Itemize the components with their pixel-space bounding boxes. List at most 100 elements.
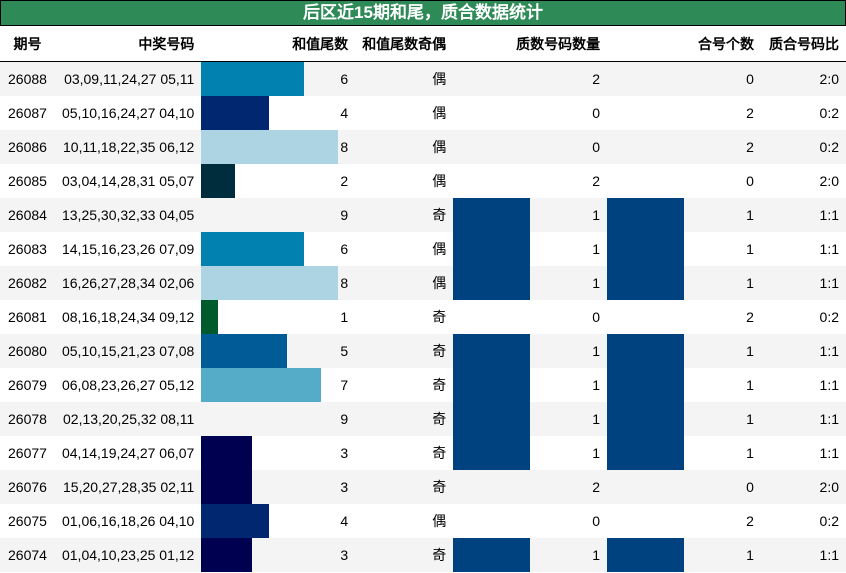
numbers-cell: 16,26,27,28,34 02,06 xyxy=(54,266,202,300)
parity-cell: 偶 xyxy=(355,61,454,96)
tail-cell: 7 xyxy=(201,368,356,402)
prime-count-cell-value: 1 xyxy=(592,411,601,427)
numbers-cell: 02,13,20,25,32 08,11 xyxy=(54,402,202,436)
period-cell: 26086 xyxy=(0,130,55,164)
period-cell: 26077 xyxy=(0,436,55,470)
table-row: 26085 03,04,14,28,31 05,07 2 偶 2 0 2:0 xyxy=(0,164,846,198)
prime-count-cell-value: 1 xyxy=(592,377,601,393)
composite-count-cell-value: 1 xyxy=(746,411,754,427)
table-row: 26080 05,10,15,21,23 07,08 5 奇 1 1 1:1 xyxy=(0,334,846,368)
header-numbers: 中奖号码 xyxy=(54,27,202,62)
prime-count-cell-value: 0 xyxy=(592,139,601,155)
period-cell: 26084 xyxy=(0,198,55,232)
header-ratio: 质合号码比 xyxy=(760,27,846,62)
period-cell: 26076 xyxy=(0,470,55,504)
period-cell: 26075 xyxy=(0,504,55,538)
prime-count-cell: 1 xyxy=(453,198,608,232)
period-cell: 26083 xyxy=(0,232,55,266)
parity-cell: 奇 xyxy=(355,198,454,232)
table-row: 26081 08,16,18,24,34 09,12 1 奇 0 2 0:2 xyxy=(0,300,846,334)
composite-count-cell: 1 xyxy=(607,402,761,436)
tail-value: 3 xyxy=(340,445,349,461)
ratio-cell: 2:0 xyxy=(760,470,846,504)
table-row: 26083 14,15,16,23,26 07,09 6 偶 1 1 1:1 xyxy=(0,232,846,266)
tail-value: 8 xyxy=(340,139,349,155)
tail-cell: 5 xyxy=(201,334,356,368)
numbers-cell: 05,10,15,21,23 07,08 xyxy=(54,334,202,368)
parity-cell: 奇 xyxy=(355,334,454,368)
parity-cell: 奇 xyxy=(355,436,454,470)
tail-cell: 2 xyxy=(201,164,356,198)
numbers-cell: 14,15,16,23,26 07,09 xyxy=(54,232,202,266)
prime-count-cell-value: 1 xyxy=(592,241,601,257)
numbers-cell: 01,04,10,23,25 01,12 xyxy=(54,538,202,572)
header-prime-count: 质数号码数量 xyxy=(453,27,608,62)
parity-cell: 偶 xyxy=(355,504,454,538)
numbers-cell: 15,20,27,28,35 02,11 xyxy=(54,470,202,504)
ratio-cell: 0:2 xyxy=(760,96,846,130)
parity-cell: 奇 xyxy=(355,402,454,436)
tail-value: 2 xyxy=(340,173,349,189)
header-parity: 和值尾数奇偶 xyxy=(355,27,454,62)
tail-value: 5 xyxy=(340,343,349,359)
composite-count-cell-value: 2 xyxy=(746,309,754,325)
numbers-cell: 03,04,14,28,31 05,07 xyxy=(54,164,202,198)
parity-cell: 奇 xyxy=(355,538,454,572)
parity-cell: 偶 xyxy=(355,232,454,266)
composite-count-cell: 2 xyxy=(607,300,761,334)
composite-count-cell: 1 xyxy=(607,232,761,266)
prime-count-cell: 1 xyxy=(453,436,608,470)
tail-value: 6 xyxy=(340,241,349,257)
composite-count-cell-value: 2 xyxy=(746,105,754,121)
prime-count-cell: 0 xyxy=(453,96,608,130)
prime-count-cell: 1 xyxy=(453,368,608,402)
prime-count-cell: 1 xyxy=(453,266,608,300)
table-row: 26077 04,14,19,24,27 06,07 3 奇 1 1 1:1 xyxy=(0,436,846,470)
prime-count-cell: 0 xyxy=(453,300,608,334)
prime-count-cell-value: 2 xyxy=(592,71,601,87)
prime-count-cell-value: 1 xyxy=(592,275,601,291)
tail-cell: 3 xyxy=(201,470,356,504)
composite-count-cell: 1 xyxy=(607,436,761,470)
tail-value: 1 xyxy=(340,309,349,325)
tail-cell: 8 xyxy=(201,130,356,164)
tail-cell: 1 xyxy=(201,300,356,334)
numbers-cell: 10,11,18,22,35 06,12 xyxy=(54,130,202,164)
prime-count-cell-value: 1 xyxy=(592,207,601,223)
numbers-cell: 04,14,19,24,27 06,07 xyxy=(54,436,202,470)
prime-count-cell: 1 xyxy=(453,334,608,368)
header-composite-count: 合号个数 xyxy=(607,27,761,62)
tail-cell: 4 xyxy=(201,504,356,538)
table-row: 26079 06,08,23,26,27 05,12 7 奇 1 1 1:1 xyxy=(0,368,846,402)
period-cell: 26082 xyxy=(0,266,55,300)
table-row: 26084 13,25,30,32,33 04,05 9 奇 1 1 1:1 xyxy=(0,198,846,232)
tail-cell: 8 xyxy=(201,266,356,300)
prime-count-cell-value: 1 xyxy=(592,547,601,563)
numbers-cell: 13,25,30,32,33 04,05 xyxy=(54,198,202,232)
tail-cell: 3 xyxy=(201,538,356,572)
table-row: 26086 10,11,18,22,35 06,12 8 偶 0 2 0:2 xyxy=(0,130,846,164)
tail-value: 7 xyxy=(340,377,349,393)
header-tail: 和值尾数 xyxy=(201,27,356,62)
stats-table: 期号 中奖号码 和值尾数 和值尾数奇偶 质数号码数量 合号个数 质合号码比 26… xyxy=(0,27,846,572)
ratio-cell: 1:1 xyxy=(760,266,846,300)
numbers-cell: 06,08,23,26,27 05,12 xyxy=(54,368,202,402)
ratio-cell: 1:1 xyxy=(760,436,846,470)
tail-value: 8 xyxy=(340,275,349,291)
composite-count-cell-value: 1 xyxy=(746,241,754,257)
period-cell: 26079 xyxy=(0,368,55,402)
period-cell: 26081 xyxy=(0,300,55,334)
composite-count-cell: 2 xyxy=(607,504,761,538)
parity-cell: 偶 xyxy=(355,96,454,130)
composite-count-cell: 1 xyxy=(607,198,761,232)
prime-count-cell-value: 1 xyxy=(592,343,601,359)
table-row: 26088 03,09,11,24,27 05,11 6 偶 2 0 2:0 xyxy=(0,61,846,96)
composite-count-cell: 1 xyxy=(607,538,761,572)
tail-value: 3 xyxy=(340,547,349,563)
ratio-cell: 1:1 xyxy=(760,538,846,572)
tail-cell: 6 xyxy=(201,61,356,96)
prime-count-cell: 2 xyxy=(453,164,608,198)
tail-cell: 9 xyxy=(201,402,356,436)
table-row: 26087 05,10,16,24,27 04,10 4 偶 0 2 0:2 xyxy=(0,96,846,130)
prime-count-cell-value: 0 xyxy=(592,309,601,325)
